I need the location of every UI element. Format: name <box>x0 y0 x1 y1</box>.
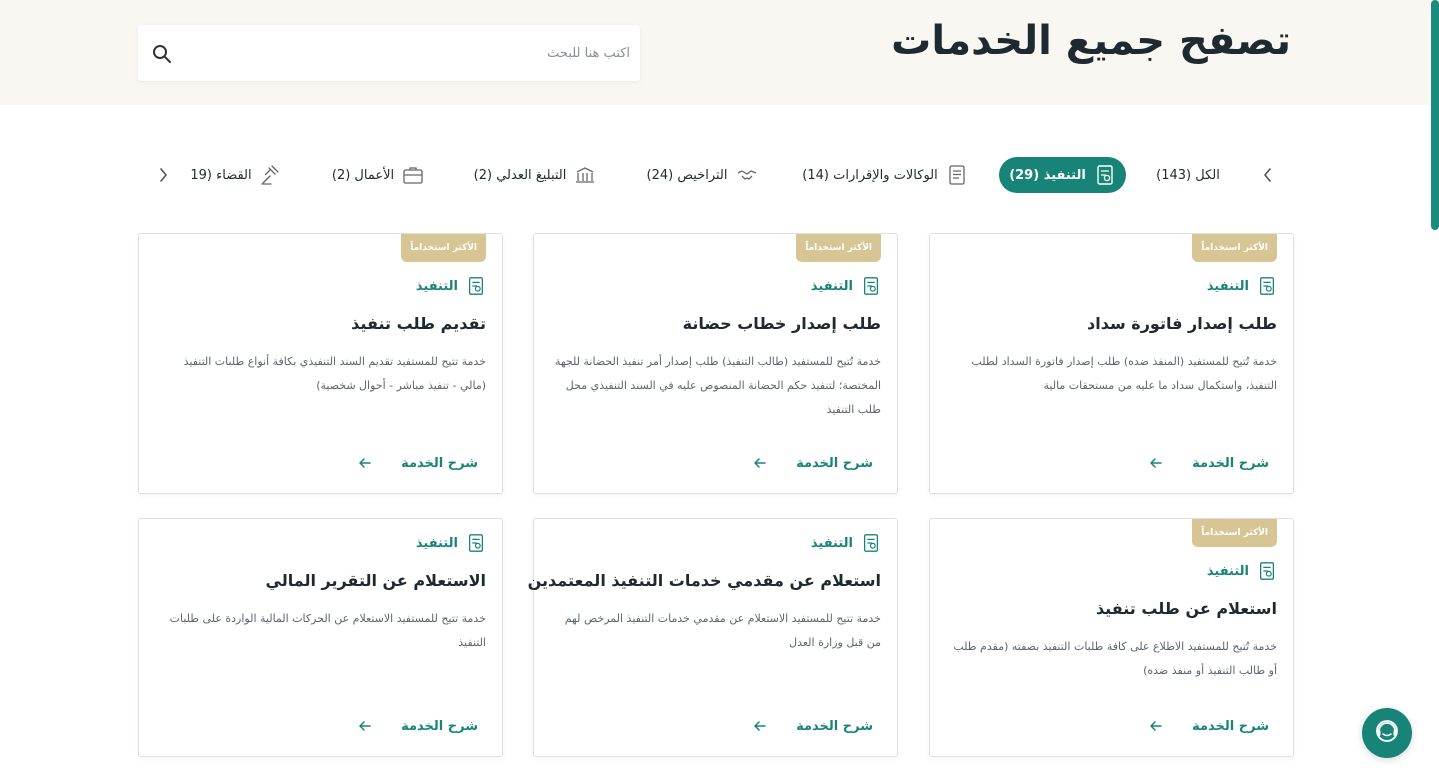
execution-doc-icon <box>466 276 486 296</box>
service-card[interactable]: التنفيذ استعلام عن مقدمي خدمات التنفيذ ا… <box>528 518 898 757</box>
service-card[interactable]: الأكثر استخداماً التنفيذ طلب إصدار خطاب … <box>533 233 898 494</box>
execution-doc-icon <box>1257 561 1277 581</box>
headset-icon <box>1372 716 1402 750</box>
search-input[interactable] <box>184 37 630 69</box>
page-title: تصفح جميع الخدمات <box>891 18 1291 64</box>
service-explain-link[interactable]: شرح الخدمة <box>752 455 873 471</box>
building-icon <box>574 164 596 186</box>
card-category: التنفيذ <box>416 276 486 296</box>
tabs-next-arrow-icon[interactable] <box>151 163 175 187</box>
arrow-left-icon <box>1148 455 1164 471</box>
execution-doc-icon <box>1257 276 1277 296</box>
execution-doc-icon <box>861 533 881 553</box>
card-description: خدمة تُتيح للمستفيد (المنفذ ضده) طلب إصد… <box>971 355 1277 392</box>
card-title: استعلام عن طلب تنفيذ <box>1095 599 1277 618</box>
most-used-badge: الأكثر استخداماً <box>1192 234 1277 262</box>
tab-label: الوكالات والإقرارات (14) <box>802 167 938 183</box>
tab-label: القضاء (19 <box>190 167 252 183</box>
arrow-left-icon <box>752 455 768 471</box>
execution-doc-icon <box>861 276 881 296</box>
card-description: خدمة تُتيح للمستفيد (طالب التنفيذ) طلب إ… <box>554 355 881 416</box>
execution-doc-icon <box>466 533 486 553</box>
execution-doc-icon <box>1094 164 1116 186</box>
support-chat-button[interactable] <box>1362 708 1412 758</box>
service-card[interactable]: الأكثر استخداماً التنفيذ استعلام عن طلب … <box>929 518 1294 757</box>
arrow-left-icon <box>1148 718 1164 734</box>
arrow-left-icon <box>357 455 373 471</box>
card-category: التنفيذ <box>416 533 486 553</box>
card-title: الاستعلام عن التقرير المالي <box>265 571 486 590</box>
tab-agencies[interactable]: الوكالات والإقرارات (14) <box>800 157 970 193</box>
tab-label: الأعمال (2) <box>331 167 395 183</box>
handshake-icon <box>736 164 758 186</box>
arrow-left-icon <box>357 718 373 734</box>
card-category: التنفيذ <box>1207 276 1277 296</box>
card-title: تقديم طلب تنفيذ <box>351 314 486 333</box>
tab-business[interactable]: الأعمال (2) <box>326 157 430 193</box>
gavel-icon <box>260 164 282 186</box>
tab-label: التراخيص (24) <box>646 167 728 183</box>
service-card[interactable]: الأكثر استخداماً التنفيذ تقديم طلب تنفيذ… <box>138 233 503 494</box>
service-explain-link[interactable]: شرح الخدمة <box>752 718 873 734</box>
service-explain-link[interactable]: شرح الخدمة <box>357 455 478 471</box>
service-explain-link[interactable]: شرح الخدمة <box>357 718 478 734</box>
most-used-badge: الأكثر استخداماً <box>796 234 881 262</box>
tab-judiciary[interactable]: القضاء (19 <box>186 157 286 193</box>
tab-label: التبليغ العدلي (2) <box>473 167 567 183</box>
tab-notification[interactable]: التبليغ العدلي (2) <box>468 157 602 193</box>
card-category: التنفيذ <box>811 276 881 296</box>
search-box <box>138 25 640 81</box>
card-description: خدمة تتيح للمستفيد تقديم السند التنفيذي … <box>183 355 486 392</box>
document-lines-icon <box>946 164 968 186</box>
card-description: خدمة تُتيح للمستفيد الاطلاع على كافة طلب… <box>953 640 1277 677</box>
card-description: خدمة تتيح للمستفيد الاستعلام عن الحركات … <box>169 612 486 649</box>
card-category: التنفيذ <box>811 533 881 553</box>
most-used-badge: الأكثر استخداماً <box>1192 519 1277 547</box>
service-explain-link[interactable]: شرح الخدمة <box>1148 718 1269 734</box>
arrow-left-icon <box>752 718 768 734</box>
card-description: خدمة تتيح للمستفيد الاستعلام عن مقدمي خد… <box>564 612 881 649</box>
card-title: طلب إصدار فاتورة سداد <box>1087 314 1277 333</box>
service-card[interactable]: التنفيذ الاستعلام عن التقرير المالي خدمة… <box>138 518 503 757</box>
tab-execution[interactable]: التنفيذ (29) <box>999 157 1126 193</box>
briefcase-icon <box>402 164 424 186</box>
category-tabs: الكل (143) التنفيذ (29) الوكالات والإقرا… <box>0 150 1439 200</box>
tab-licenses[interactable]: التراخيص (24) <box>642 157 762 193</box>
tab-all[interactable]: الكل (143) <box>1140 157 1236 193</box>
tab-label: التنفيذ (29) <box>1009 167 1086 183</box>
service-card[interactable]: الأكثر استخداماً التنفيذ طلب إصدار فاتور… <box>929 233 1294 494</box>
tab-label: الكل (143) <box>1156 167 1220 183</box>
card-title: استعلام عن مقدمي خدمات التنفيذ المعتمدين <box>527 571 881 590</box>
card-title: طلب إصدار خطاب حضانة <box>682 314 881 333</box>
search-icon[interactable] <box>152 44 172 64</box>
card-category: التنفيذ <box>1207 561 1277 581</box>
service-explain-link[interactable]: شرح الخدمة <box>1148 455 1269 471</box>
most-used-badge: الأكثر استخداماً <box>401 234 486 262</box>
tabs-prev-arrow-icon[interactable] <box>1256 163 1280 187</box>
